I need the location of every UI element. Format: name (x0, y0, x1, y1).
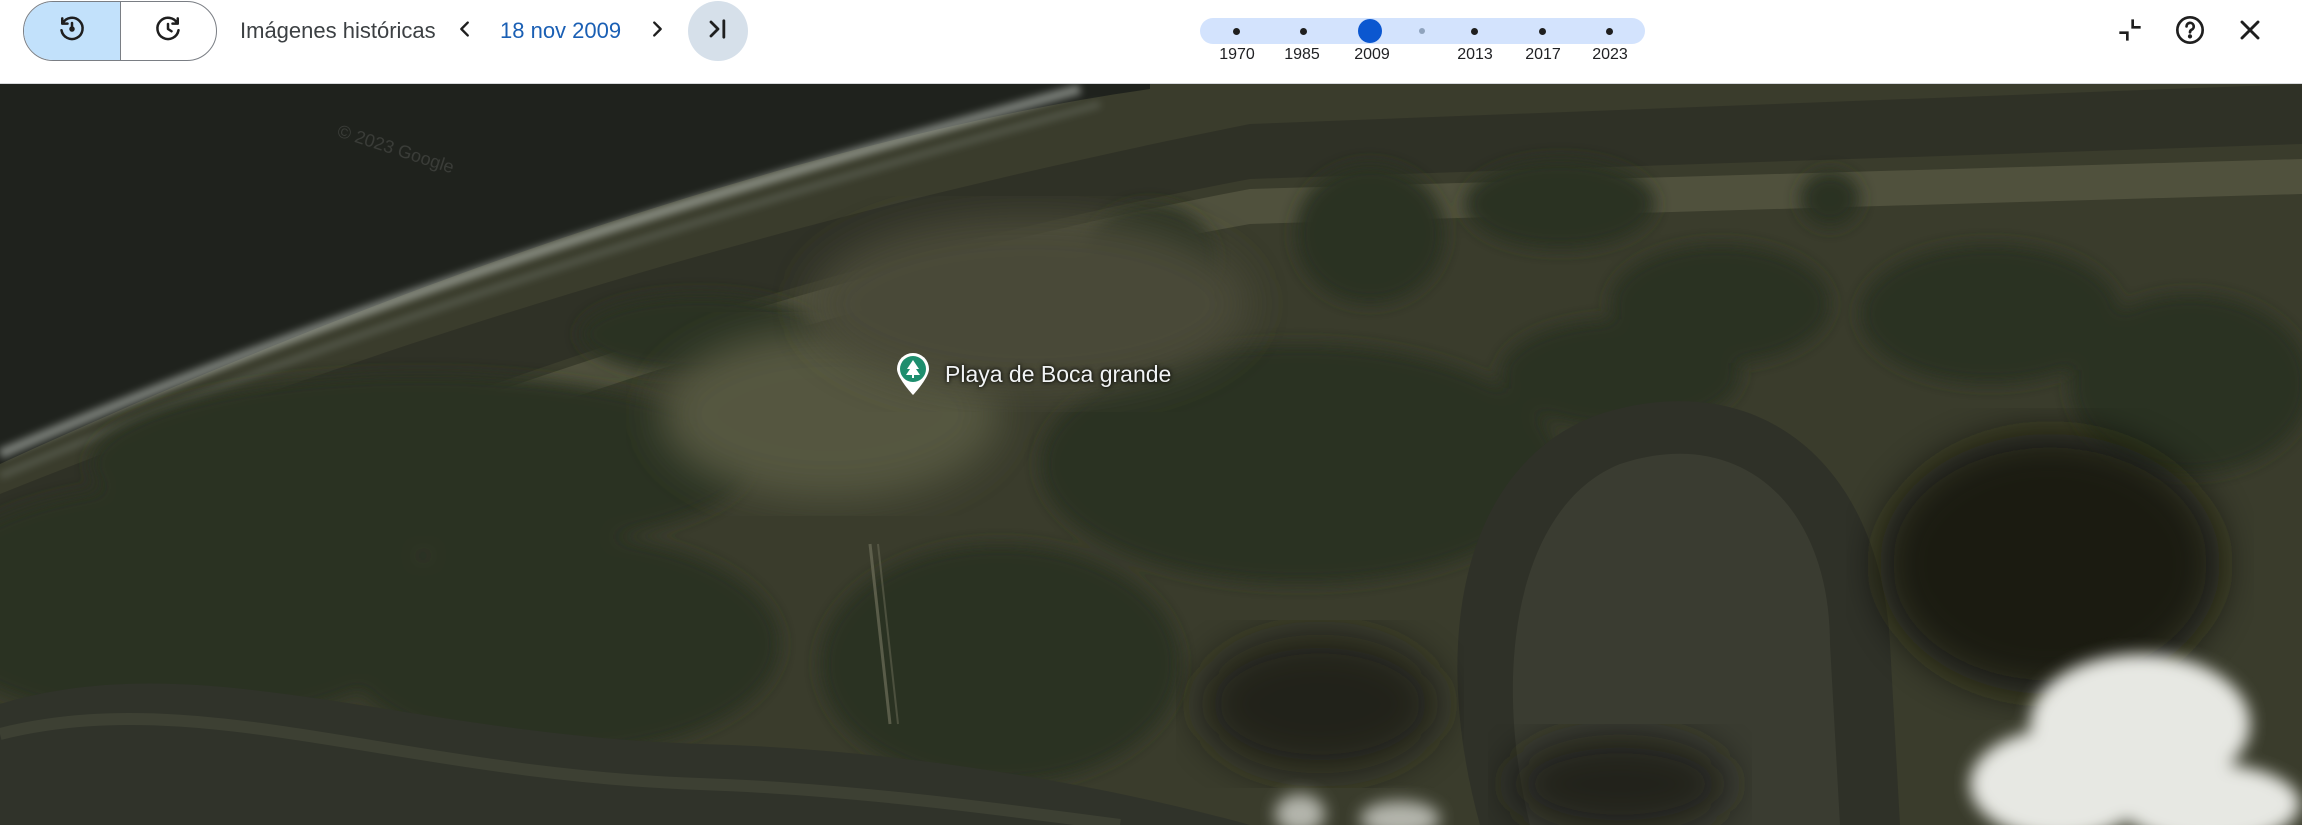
timeline-stop-2013[interactable] (1471, 28, 1478, 35)
previous-date-button[interactable] (448, 14, 482, 48)
timeline-stop-2023[interactable] (1606, 28, 1613, 35)
chevron-left-icon (454, 18, 476, 45)
timeline-year-label: 1985 (1284, 46, 1320, 63)
imagery-timeline-slider[interactable] (1200, 18, 1645, 44)
park-pin-icon (895, 352, 931, 396)
collapse-icon (2114, 14, 2146, 51)
timeline-year-label: 2013 (1457, 46, 1493, 63)
timeline-stop-minor[interactable] (1419, 28, 1425, 34)
skip-to-latest-icon (704, 15, 732, 48)
timeline-year-label: 2009 (1354, 46, 1390, 63)
imagery-mode-toggle (23, 1, 217, 61)
historical-imagery-toolbar: Imágenes históricas 18 nov 2009 1970 198… (0, 0, 2302, 84)
satellite-map[interactable]: © 2023 Google Playa de Boca grande (0, 84, 2302, 825)
historical-imagery-button[interactable] (24, 2, 121, 60)
timeline-stop-1985[interactable] (1300, 28, 1307, 35)
historical-imagery-label: Imágenes históricas (240, 18, 436, 43)
satellite-imagery (0, 84, 2302, 825)
place-label: Playa de Boca grande (945, 360, 1172, 387)
timelapse-button[interactable] (121, 2, 217, 60)
chevron-right-icon (646, 18, 668, 45)
timeline-stop-2017[interactable] (1539, 28, 1546, 35)
timelapse-icon (153, 14, 183, 49)
help-icon (2174, 14, 2206, 51)
help-button[interactable] (2170, 12, 2210, 52)
next-date-button[interactable] (640, 14, 674, 48)
close-icon (2234, 14, 2266, 51)
place-marker-playa-de-boca-grande[interactable]: Playa de Boca grande (895, 352, 1171, 396)
current-imagery-date[interactable]: 18 nov 2009 (500, 18, 621, 44)
timeline-thumb[interactable] (1358, 19, 1382, 43)
history-icon (57, 14, 87, 49)
timeline-year-label: 1970 (1219, 46, 1255, 63)
timeline-year-label: 2017 (1525, 46, 1561, 63)
timeline-year-label: 2023 (1592, 46, 1628, 63)
timeline-stop-1970[interactable] (1233, 28, 1240, 35)
collapse-button[interactable] (2110, 12, 2150, 52)
close-button[interactable] (2230, 12, 2270, 52)
skip-to-latest-button[interactable] (688, 1, 748, 61)
